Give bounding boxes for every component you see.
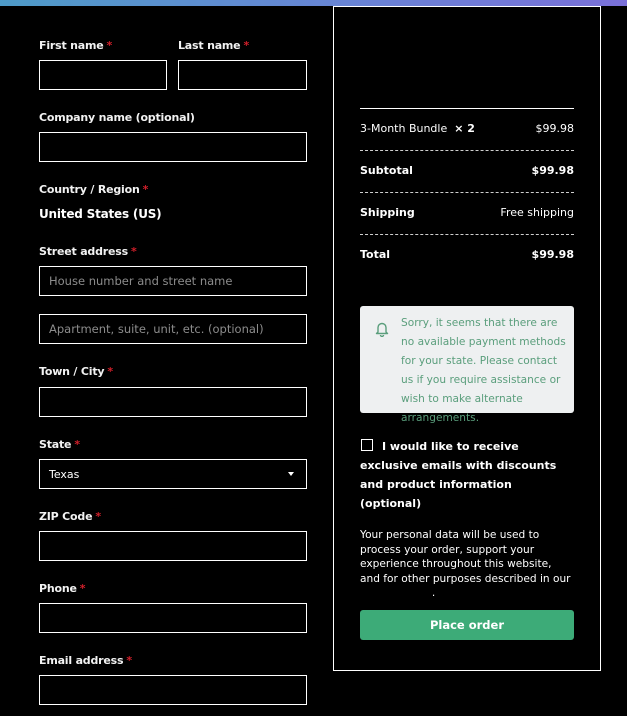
street-line2-field[interactable] [39, 314, 307, 344]
first-name-input[interactable] [40, 61, 166, 89]
total-label: Total [360, 248, 391, 261]
city-field[interactable] [39, 387, 307, 417]
email-field[interactable] [39, 675, 307, 705]
dropdown-arrow-icon [288, 472, 294, 476]
phone-input[interactable] [40, 604, 306, 632]
subtotal-label: Subtotal [360, 164, 413, 177]
newsletter-checkbox[interactable] [361, 439, 373, 451]
country-value: United States (US) [39, 207, 162, 221]
summary-top-divider [360, 108, 574, 109]
privacy-policy-link[interactable]: privacy policy [360, 587, 432, 599]
company-input[interactable] [40, 133, 306, 161]
newsletter-optin[interactable]: I would like to receive exclusive emails… [360, 437, 574, 513]
payment-notice: Sorry, it seems that there are no availa… [360, 306, 574, 424]
phone-field[interactable] [39, 603, 307, 633]
notice-message: Sorry, it seems that there are no availa… [401, 317, 566, 424]
place-order-button[interactable]: Place order [360, 610, 574, 640]
divider [360, 150, 574, 151]
last-name-input[interactable] [179, 61, 306, 89]
divider [360, 192, 574, 193]
newsletter-label: I would like to receive exclusive emails… [360, 440, 557, 510]
street-line1-input[interactable] [40, 267, 306, 295]
order-item-qty: × 2 [454, 122, 475, 135]
order-item-name: 3-Month Bundle × 2 [360, 122, 475, 135]
country-label: Country / Region * [39, 183, 149, 196]
last-name-label: Last name * [178, 39, 250, 52]
last-name-field[interactable] [178, 60, 307, 90]
street-label: Street address * [39, 245, 137, 258]
zip-label: ZIP Code * [39, 510, 101, 523]
divider [360, 234, 574, 235]
city-input[interactable] [40, 388, 306, 416]
company-field[interactable] [39, 132, 307, 162]
zip-input[interactable] [40, 532, 306, 560]
company-label: Company name (optional) [39, 111, 195, 124]
email-input[interactable] [40, 676, 306, 704]
state-select[interactable]: Texas [39, 459, 307, 489]
state-label: State * [39, 438, 80, 451]
state-selected-value: Texas [49, 468, 80, 481]
subtotal-value: $99.98 [531, 164, 574, 177]
street-line1-field[interactable] [39, 266, 307, 296]
privacy-notice: Your personal data will be used to proce… [360, 529, 571, 600]
zip-field[interactable] [39, 531, 307, 561]
bell-icon [375, 322, 389, 337]
email-label: Email address * [39, 654, 132, 667]
shipping-value: Free shipping [500, 206, 574, 219]
total-value: $99.98 [531, 248, 574, 261]
first-name-label: First name * [39, 39, 113, 52]
order-item-price: $99.98 [535, 122, 575, 135]
street-line2-input[interactable] [40, 315, 306, 343]
shipping-label: Shipping [360, 206, 415, 219]
phone-label: Phone * [39, 582, 86, 595]
first-name-field[interactable] [39, 60, 167, 90]
city-label: Town / City * [39, 365, 113, 378]
